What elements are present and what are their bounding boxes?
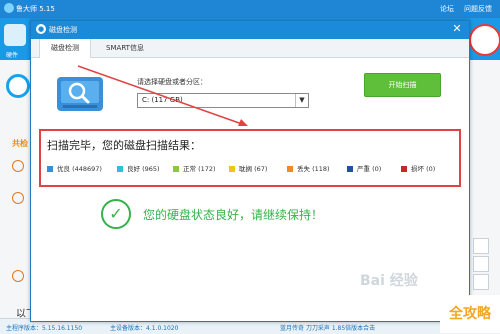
brand-logo: 全攻略 [440, 295, 500, 333]
watermark: Bai 经验 [360, 273, 418, 289]
annotation-arrow [77, 65, 248, 126]
